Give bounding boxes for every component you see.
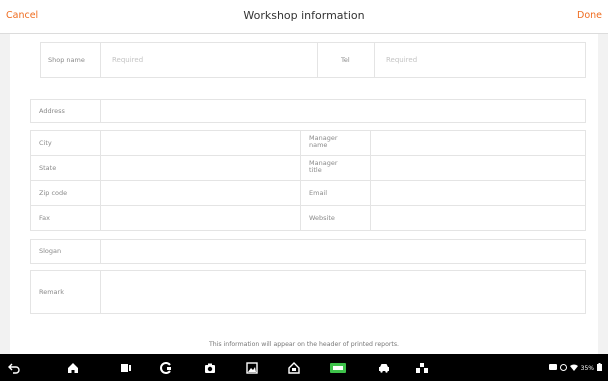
remark-label: Remark <box>39 288 64 296</box>
recent-apps-icon[interactable] <box>118 360 134 375</box>
tel-label: Tel <box>341 56 350 64</box>
tel-placeholder: Required <box>386 56 418 64</box>
details-grid: City State Zip code Fax Manager name Man… <box>30 130 586 231</box>
remark-group: Remark <box>30 270 586 314</box>
shop-name-field[interactable]: Required <box>102 43 317 77</box>
address-field[interactable] <box>102 100 586 122</box>
manager-title-label: Manager title <box>309 160 338 174</box>
shop-name-placeholder: Required <box>112 56 144 64</box>
fax-field[interactable] <box>102 206 301 230</box>
fax-label: Fax <box>39 214 50 222</box>
tel-field[interactable]: Required <box>376 43 586 77</box>
slogan-field[interactable] <box>102 240 586 263</box>
zip-code-field[interactable] <box>102 181 301 205</box>
email-label: Email <box>309 189 328 197</box>
city-field[interactable] <box>102 131 301 155</box>
wifi-icon <box>569 363 578 373</box>
network-icon[interactable] <box>414 360 430 375</box>
website-field[interactable] <box>372 206 586 230</box>
system-navbar: 35% <box>0 354 608 381</box>
manager-name-field[interactable] <box>372 131 586 155</box>
manager-name-label-line2: name <box>309 141 328 149</box>
alarm-icon <box>559 363 567 373</box>
car-icon[interactable] <box>376 360 392 375</box>
done-button[interactable]: Done <box>577 10 602 21</box>
slogan-label: Slogan <box>39 247 62 255</box>
shop-name-label: Shop name <box>48 56 85 64</box>
zip-code-label: Zip code <box>39 189 68 197</box>
camera-icon[interactable] <box>202 360 218 375</box>
home-icon[interactable] <box>65 360 81 375</box>
footer-note: This information will appear on the head… <box>208 341 400 348</box>
remark-field[interactable] <box>102 271 586 313</box>
website-label: Website <box>309 214 335 222</box>
manager-title-label-line2: title <box>309 166 322 174</box>
vci-home-icon[interactable] <box>286 360 302 375</box>
email-field[interactable] <box>372 181 586 205</box>
state-field[interactable] <box>102 156 301 180</box>
manager-name-label: Manager name <box>309 135 338 149</box>
state-label: State <box>39 164 57 172</box>
status-area: 35% <box>548 363 602 373</box>
back-icon[interactable] <box>6 360 22 375</box>
manager-title-field[interactable] <box>372 156 586 180</box>
slogan-group: Slogan <box>30 239 586 264</box>
shop-info-group: Shop name Required Tel Required <box>40 42 586 78</box>
top-bar: Cancel Workshop information Done <box>0 0 608 34</box>
form-panel: Shop name Required Tel Required Address … <box>10 34 598 354</box>
notification-icon <box>548 363 557 373</box>
city-label: City <box>39 139 52 147</box>
gallery-icon[interactable] <box>244 360 260 375</box>
address-group: Address <box>30 99 586 123</box>
vci-icon[interactable] <box>330 360 346 375</box>
browser-icon[interactable] <box>158 360 174 375</box>
address-label: Address <box>39 107 65 115</box>
battery-icon <box>597 363 602 373</box>
page-title: Workshop information <box>243 9 365 22</box>
battery-level: 35% <box>580 364 594 372</box>
